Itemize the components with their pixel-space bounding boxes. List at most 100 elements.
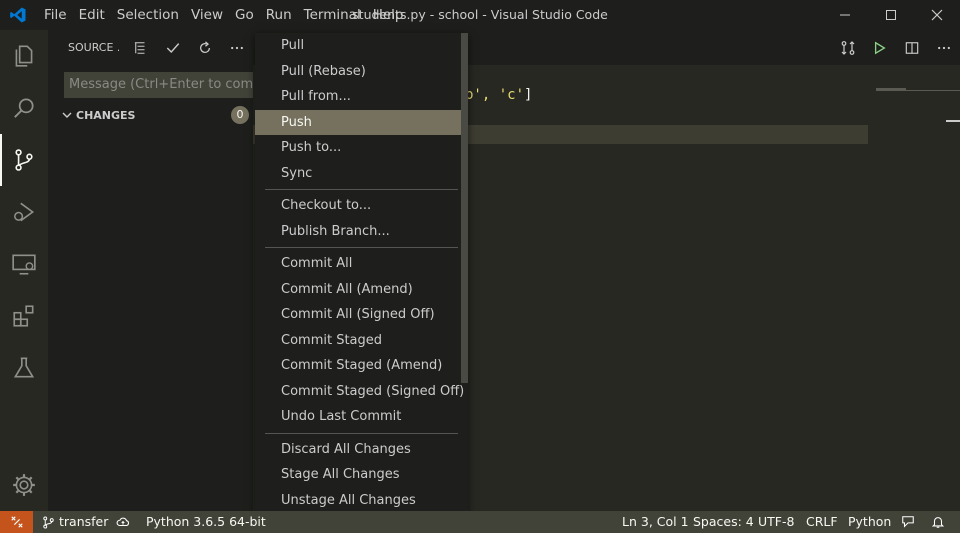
close-button[interactable] (914, 0, 960, 30)
remote-explorer-button[interactable] (0, 238, 48, 290)
publish-status[interactable] (116, 511, 130, 533)
indentation-status[interactable]: Spaces: 4 (693, 511, 754, 533)
minimap-ruler (906, 90, 960, 91)
run-debug-button[interactable] (0, 186, 48, 238)
changes-label: CHANGES (76, 108, 136, 122)
search-icon (14, 98, 34, 118)
testing-icon (13, 357, 35, 378)
menu-scrollbar[interactable] (461, 33, 468, 383)
menu-item-pull[interactable]: Pull (255, 33, 468, 59)
minimize-button[interactable] (822, 0, 868, 30)
title-bar: File Edit Selection View Go Run Terminal… (0, 0, 960, 30)
sidebar-title: SOURCE ... (68, 41, 119, 54)
split-editor-icon (905, 41, 919, 54)
bell-icon (931, 517, 945, 528)
remote-indicator[interactable] (0, 511, 33, 533)
vscode-logo-icon (10, 7, 26, 23)
code-string: 'c' (498, 87, 525, 103)
ellipsis-icon (938, 46, 950, 49)
window-controls (822, 0, 960, 30)
menu-selection[interactable]: Selection (111, 0, 185, 30)
menu-item-commit-all-signed-off[interactable]: Commit All (Signed Off) (255, 302, 468, 328)
source-control-sidebar: SOURCE ... Message (Ctrl+Enter to com...… (48, 30, 254, 511)
menu-item-commit-staged[interactable]: Commit Staged (255, 328, 468, 354)
more-actions-button[interactable] (221, 30, 253, 65)
branch-name: transfer (59, 514, 109, 529)
changes-count-badge: 0 (231, 106, 249, 124)
editor-actions (832, 30, 960, 65)
source-control-more-menu: Pull Pull (Rebase) Pull from... Push Pus… (255, 33, 468, 523)
menu-item-stage-all-changes[interactable]: Stage All Changes (255, 462, 468, 488)
menu-bar: File Edit Selection View Go Run Terminal… (38, 0, 409, 30)
menu-item-pull-from[interactable]: Pull from... (255, 84, 468, 110)
explorer-button[interactable] (0, 30, 48, 82)
cloud-upload-icon (116, 517, 130, 527)
code-line[interactable]: b', 'c'] (465, 87, 532, 103)
remote-explorer-icon (12, 254, 36, 275)
menu-item-pull-rebase[interactable]: Pull (Rebase) (255, 59, 468, 85)
extensions-button[interactable] (0, 290, 48, 342)
minimap[interactable] (876, 88, 906, 91)
encoding-status[interactable]: UTF-8 (758, 511, 794, 533)
remote-icon (10, 516, 23, 528)
menu-item-commit-all-amend[interactable]: Commit All (Amend) (255, 277, 468, 303)
run-debug-icon (14, 202, 35, 222)
menu-item-undo-last-commit[interactable]: Undo Last Commit (255, 404, 468, 430)
menu-item-publish-branch[interactable]: Publish Branch... (255, 219, 468, 245)
code-string: b', (465, 87, 499, 103)
commit-message-input[interactable]: Message (Ctrl+Enter to com... (64, 72, 254, 98)
menu-view[interactable]: View (185, 0, 229, 30)
commit-button[interactable] (157, 30, 189, 65)
maximize-icon (886, 10, 896, 20)
check-icon (166, 42, 180, 53)
menu-separator (265, 432, 458, 434)
refresh-button[interactable] (189, 30, 221, 65)
menu-item-unstage-all-changes[interactable]: Unstage All Changes (255, 488, 468, 514)
gear-icon (13, 474, 35, 496)
code-bracket: ] (524, 87, 533, 103)
menu-item-checkout-to[interactable]: Checkout to... (255, 193, 468, 219)
feedback-button[interactable] (901, 511, 915, 533)
split-editor-button[interactable] (896, 30, 928, 65)
tree-view-icon (134, 41, 145, 54)
refresh-icon (200, 40, 210, 53)
menu-go[interactable]: Go (229, 0, 260, 30)
explorer-icon (15, 45, 33, 67)
editor-more-button[interactable] (928, 30, 960, 65)
menu-terminal[interactable]: Terminal (298, 0, 367, 30)
cursor-position-status[interactable]: Ln 3, Col 1 (622, 511, 689, 533)
source-control-button[interactable] (0, 134, 48, 186)
menu-item-discard-all-changes[interactable]: Discard All Changes (255, 437, 468, 463)
testing-button[interactable] (0, 342, 48, 394)
menu-help[interactable]: Help (367, 0, 410, 30)
menu-item-commit-all[interactable]: Commit All (255, 251, 468, 277)
activity-bar (0, 30, 48, 511)
close-icon (931, 9, 943, 21)
menu-item-push-to[interactable]: Push to... (255, 135, 468, 161)
branch-status[interactable]: transfer (42, 511, 108, 533)
maximize-button[interactable] (868, 0, 914, 30)
manage-button[interactable] (0, 461, 48, 509)
menu-separator (265, 189, 458, 190)
menu-item-commit-staged-signed-off[interactable]: Commit Staged (Signed Off) (255, 379, 468, 405)
source-control-icon (15, 149, 33, 171)
branch-icon (43, 515, 54, 529)
eol-status[interactable]: CRLF (806, 511, 838, 533)
menu-item-push[interactable]: Push (255, 109, 468, 135)
extensions-icon (13, 305, 34, 327)
changes-section-header[interactable]: CHANGES 0 (58, 104, 253, 126)
python-interpreter-status[interactable]: Python 3.6.5 64-bit (146, 511, 266, 533)
menu-item-commit-staged-amend[interactable]: Commit Staged (Amend) (255, 353, 468, 379)
notifications-button[interactable] (931, 511, 945, 533)
menu-file[interactable]: File (38, 0, 73, 30)
run-python-button[interactable] (864, 30, 896, 65)
menu-item-sync[interactable]: Sync (255, 161, 468, 187)
language-mode-status[interactable]: Python (848, 511, 891, 533)
view-as-tree-button[interactable] (125, 30, 157, 65)
feedback-icon (902, 516, 914, 528)
menu-run[interactable]: Run (260, 0, 298, 30)
menu-edit[interactable]: Edit (73, 0, 111, 30)
search-button[interactable] (0, 82, 48, 134)
open-changes-button[interactable] (832, 30, 864, 65)
menu-separator (265, 247, 458, 248)
